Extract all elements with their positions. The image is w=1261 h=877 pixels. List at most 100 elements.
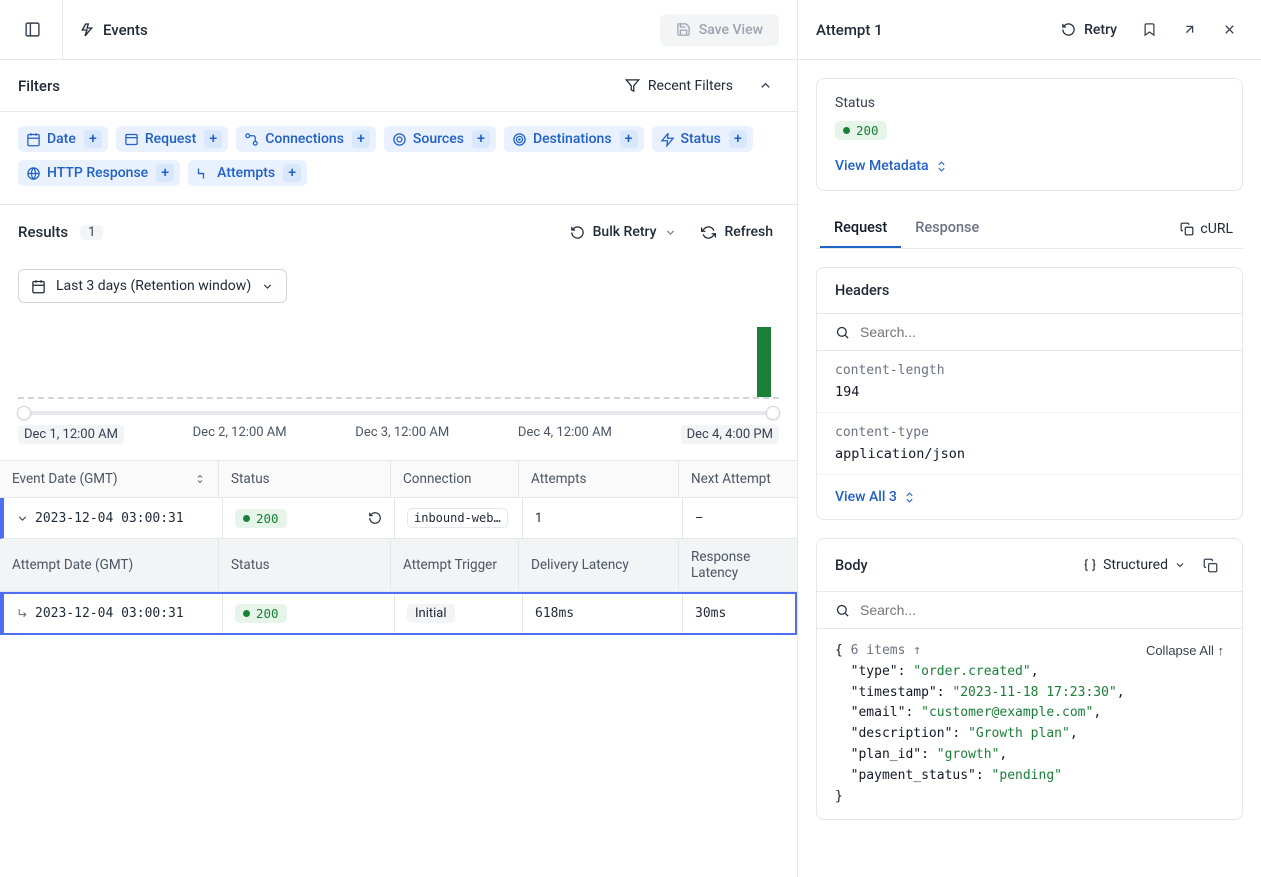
filters-title: Filters xyxy=(18,77,60,95)
save-view-button: Save View xyxy=(660,14,779,46)
save-icon xyxy=(676,22,691,37)
col-attempts: Attempts xyxy=(519,461,679,497)
attempts-icon xyxy=(196,166,211,181)
copy-body-button[interactable] xyxy=(1196,551,1224,579)
results-label: Results xyxy=(18,223,68,241)
sources-icon xyxy=(392,132,407,147)
filter-pill-attempts[interactable]: Attempts+ xyxy=(188,160,307,186)
results-count-badge: 1 xyxy=(80,225,103,240)
search-icon xyxy=(835,325,850,340)
event-row[interactable]: 2023-12-04 03:00:31 200 inbound-web… 1 – xyxy=(0,498,797,539)
retry-icon[interactable] xyxy=(368,511,382,525)
slider-handle-right[interactable] xyxy=(766,406,780,420)
attempt-subheader: Attempt Date (GMT) Status Attempt Trigge… xyxy=(0,539,797,592)
filter-pill-connections[interactable]: Connections+ xyxy=(236,126,376,152)
slider-handle-left[interactable] xyxy=(17,406,31,420)
calendar-icon xyxy=(31,279,46,294)
destinations-icon xyxy=(512,132,527,147)
body-search[interactable] xyxy=(817,592,1242,629)
plus-icon[interactable]: + xyxy=(352,130,370,148)
plus-icon[interactable]: + xyxy=(729,130,747,148)
status-badge: 200 xyxy=(235,604,287,623)
retention-dropdown[interactable]: Last 3 days (Retention window) xyxy=(18,269,287,303)
retry-button[interactable]: Retry xyxy=(1055,18,1123,42)
tab-response[interactable]: Response xyxy=(901,209,993,248)
plus-icon[interactable]: + xyxy=(472,130,490,148)
filter-pill-date[interactable]: Date+ xyxy=(18,126,108,152)
expand-icon xyxy=(935,160,948,173)
plus-icon[interactable]: + xyxy=(620,130,638,148)
filter-icon xyxy=(625,78,640,93)
connections-icon xyxy=(244,132,259,147)
view-all-headers-button[interactable]: View All 3 xyxy=(835,489,1224,505)
events-icon xyxy=(79,22,95,38)
calendar-icon xyxy=(26,132,41,147)
filter-pills: Date+ Request+ Connections+ Sources+ Des… xyxy=(0,112,797,205)
open-external-icon[interactable] xyxy=(1175,16,1203,44)
bulk-retry-button[interactable]: Bulk Retry xyxy=(564,220,684,244)
collapse-all-button[interactable]: Collapse All ↑ xyxy=(1146,641,1224,662)
status-badge: 200 xyxy=(235,509,287,528)
connection-chip: inbound-web… xyxy=(407,508,508,528)
sub-item-icon xyxy=(16,607,29,620)
chevron-down-icon[interactable] xyxy=(16,512,29,525)
filter-pill-sources[interactable]: Sources+ xyxy=(384,126,496,152)
attempt-row[interactable]: 2023-12-04 03:00:31 200 Initial 618ms 30… xyxy=(0,592,797,635)
status-label: Status xyxy=(835,95,1224,111)
expand-icon xyxy=(903,491,916,504)
body-search-input[interactable] xyxy=(860,602,1224,618)
time-range-slider[interactable] xyxy=(18,411,779,415)
events-heading: Events xyxy=(79,21,148,39)
header-item: content-type application/json xyxy=(817,413,1242,475)
request-icon xyxy=(124,132,139,147)
plus-icon[interactable]: + xyxy=(156,164,174,182)
json-body: { 6 items ↑Collapse All ↑ "type": "order… xyxy=(817,629,1242,819)
globe-icon xyxy=(26,166,41,181)
search-icon xyxy=(835,603,850,618)
filter-pill-request[interactable]: Request+ xyxy=(116,126,228,152)
retry-icon xyxy=(570,225,585,240)
body-title: Body xyxy=(835,557,1073,574)
events-label: Events xyxy=(103,21,148,39)
tab-request[interactable]: Request xyxy=(820,209,901,248)
trigger-chip: Initial xyxy=(407,604,455,623)
braces-icon xyxy=(1083,558,1097,572)
col-next-attempt: Next Attempt xyxy=(679,461,797,497)
filter-pill-http-response[interactable]: HTTP Response+ xyxy=(18,160,180,186)
col-connection: Connection xyxy=(391,461,519,497)
close-button[interactable] xyxy=(1215,16,1243,44)
bookmark-icon[interactable] xyxy=(1135,16,1163,44)
status-icon xyxy=(660,132,675,147)
retry-icon xyxy=(1061,22,1076,37)
filter-pill-status[interactable]: Status+ xyxy=(652,126,753,152)
headers-search-input[interactable] xyxy=(860,324,1224,340)
plus-icon[interactable]: + xyxy=(84,130,102,148)
sidebar-toggle-icon[interactable] xyxy=(18,16,46,44)
sort-icon xyxy=(194,473,206,485)
col-status: Status xyxy=(219,461,391,497)
plus-icon[interactable]: + xyxy=(283,164,301,182)
status-badge: 200 xyxy=(835,121,887,140)
copy-icon xyxy=(1180,222,1194,236)
chevron-down-icon xyxy=(664,226,677,239)
table-header: Event Date (GMT) Status Connection Attem… xyxy=(0,461,797,498)
headers-search[interactable] xyxy=(817,314,1242,351)
copy-icon xyxy=(1203,558,1218,573)
attempt-title: Attempt 1 xyxy=(816,21,883,39)
header-item: content-length 194 xyxy=(817,351,1242,413)
col-event-date[interactable]: Event Date (GMT) xyxy=(0,461,219,497)
chevron-down-icon xyxy=(1174,559,1186,571)
refresh-button[interactable]: Refresh xyxy=(695,220,779,244)
recent-filters-button[interactable]: Recent Filters xyxy=(625,78,733,94)
headers-title: Headers xyxy=(817,268,1242,314)
chevron-down-icon xyxy=(261,280,274,293)
curl-button[interactable]: cURL xyxy=(1174,217,1239,241)
plus-icon[interactable]: + xyxy=(204,130,222,148)
view-metadata-button[interactable]: View Metadata xyxy=(835,158,1224,174)
collapse-filters-button[interactable] xyxy=(751,72,779,100)
chart-bar xyxy=(757,327,771,397)
body-mode-dropdown[interactable]: Structured xyxy=(1083,557,1186,573)
chevron-up-icon xyxy=(758,78,773,93)
timeline-chart: Dec 1, 12:00 AM Dec 2, 12:00 AM Dec 3, 1… xyxy=(0,309,797,460)
filter-pill-destinations[interactable]: Destinations+ xyxy=(504,126,644,152)
